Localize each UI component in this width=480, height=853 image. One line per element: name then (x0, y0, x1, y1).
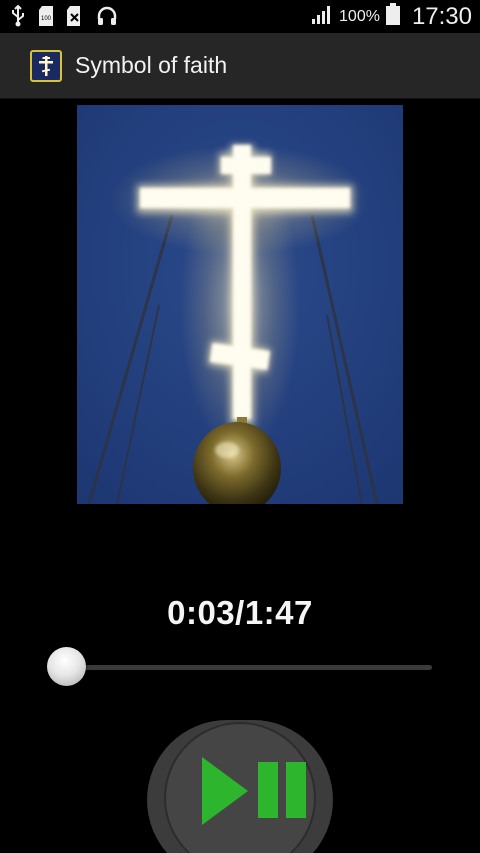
no-sim-icon (66, 5, 84, 32)
system-icons: 100% 17:30 (311, 0, 472, 33)
clock: 17:30 (411, 2, 472, 30)
sd-card-icon: 100 (38, 5, 54, 32)
action-bar: Symbol of faith (0, 33, 480, 99)
screen: 100 100% 17:30 Symbol of faith 0:03/1:47 (0, 0, 480, 853)
svg-text:100: 100 (41, 16, 52, 22)
signal-icon (311, 4, 333, 29)
seek-bar[interactable] (36, 645, 436, 689)
app-title: Symbol of faith (75, 52, 228, 78)
status-bar: 100 100% 17:30 (0, 0, 480, 33)
play-pause-container (147, 720, 333, 853)
album-artwork (77, 105, 403, 504)
headphones-icon (96, 5, 118, 32)
play-pause-icon (202, 757, 306, 825)
usb-icon (10, 4, 26, 32)
seek-thumb[interactable] (47, 647, 87, 686)
playback-time: 0:03/1:47 (167, 594, 313, 631)
seek-track[interactable] (56, 665, 432, 670)
battery-percent: 100% (339, 7, 380, 25)
notification-icons: 100 (10, 4, 118, 32)
battery-icon (385, 3, 400, 30)
cross-icon[interactable] (30, 50, 62, 82)
play-pause-button[interactable] (164, 722, 316, 853)
